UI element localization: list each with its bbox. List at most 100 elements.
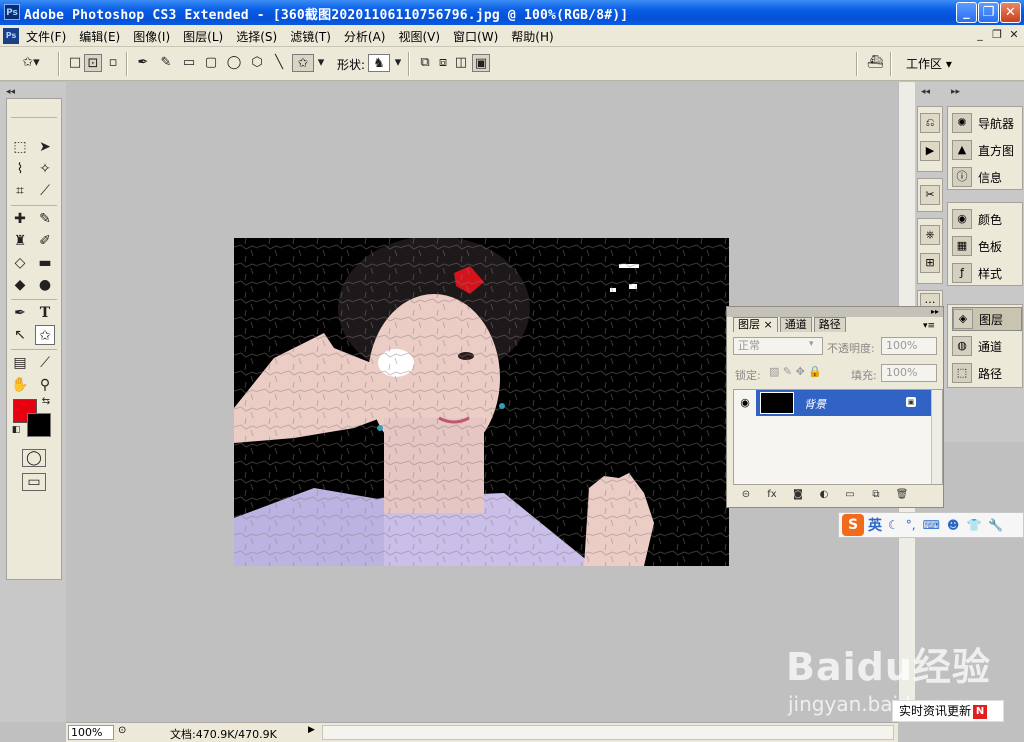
dock-extra-icon[interactable]: … [920,293,940,307]
layers-panel-header[interactable] [727,307,943,317]
blend-mode-arrow-icon[interactable]: ▾ [809,339,814,349]
layer-mask-icon[interactable]: ◙ [785,489,811,500]
type-tool-icon[interactable]: T [35,303,55,323]
blur-tool-icon[interactable]: ◆ [10,275,30,295]
document-image[interactable] [234,238,729,566]
rectangle-icon[interactable]: ▭ [180,54,198,72]
paths-mode-icon[interactable]: ⊡ [84,54,102,72]
zoom-level-field[interactable]: 100% [68,725,114,740]
ime-settings-icon[interactable]: 🔧 [988,518,1003,532]
workspace-button[interactable]: 工作区 ▾ [898,54,966,74]
layers-panel-button[interactable]: ◈ 图层 [952,307,1022,331]
layer-visibility-eye-icon[interactable]: ◉ [734,390,756,416]
channels-panel-button[interactable]: ◍ 通道 [952,334,1022,358]
path-selection-tool-icon[interactable]: ↖ [10,325,30,345]
ime-keyboard-icon[interactable]: ⌨ [923,518,940,532]
doc-close-button[interactable]: ✕ [1006,28,1022,43]
polygon-icon[interactable]: ⬡ [248,54,266,72]
ime-punct-icon[interactable]: °, [906,518,916,532]
ime-user-icon[interactable]: ☻ [947,518,960,532]
gradient-tool-icon[interactable]: ▬ [35,253,55,273]
sogou-logo-icon[interactable]: S [842,514,864,536]
minimize-button[interactable]: _ [956,2,977,23]
shape-layers-icon[interactable]: □ [66,54,84,72]
menu-help[interactable]: 帮助(H) [511,28,553,45]
marquee-tool-icon[interactable]: ⬚ [10,137,30,157]
horizontal-scrollbar[interactable] [322,725,894,740]
default-colors-icon[interactable]: ◧ [9,423,23,437]
dodge-tool-icon[interactable]: ● [35,275,55,295]
ime-skin-icon[interactable]: 👕 [966,518,981,532]
link-layers-icon[interactable]: ⊝ [733,489,759,500]
shape-picker-arrow-icon[interactable]: ▾ [393,54,403,72]
menu-file[interactable]: 文件(F) [26,28,66,45]
slice-tool-icon[interactable]: ⟋ [35,181,55,201]
lock-icons[interactable]: ▨ ✎ ✥ 🔒 [769,365,822,378]
status-info-icon[interactable]: ⊙ [118,725,132,736]
healing-brush-tool-icon[interactable]: ✚ [10,209,30,229]
menu-select[interactable]: 选择(S) [236,28,277,45]
custom-shape-tool-icon[interactable]: ✩ [35,325,55,345]
fill-pixels-icon[interactable]: ▫ [104,54,122,72]
dock-expand-arrows-icon[interactable]: ▸▸ [951,87,960,97]
background-color-swatch[interactable] [27,413,51,437]
menu-analysis[interactable]: 分析(A) [344,28,386,45]
subtract-area-icon[interactable]: ◫ [452,54,470,72]
ellipse-icon[interactable]: ◯ [225,54,243,72]
paths-panel-button[interactable]: ⬚ 路径 [952,361,1022,385]
document-icon[interactable]: Ps [3,28,19,44]
notes-tool-icon[interactable]: ▤ [10,353,30,373]
history-brush-tool-icon[interactable]: ✐ [35,231,55,251]
screen-mode-icon[interactable]: ▭ [22,473,46,491]
layers-collapse-icon[interactable]: ▸▸ [931,307,939,316]
clone-source-icon[interactable]: ⊞ [920,253,940,273]
color-panel-button[interactable]: ◉ 颜色 [952,207,1022,231]
new-group-icon[interactable]: ▭ [837,489,863,500]
magic-wand-tool-icon[interactable]: ✧ [35,159,55,179]
collapse-arrows-icon[interactable]: ◂◂ [6,87,15,97]
hand-tool-icon[interactable]: ✋ [10,375,30,395]
add-area-icon[interactable]: ⧈ [434,54,452,72]
tab-layers[interactable]: 图层 × [733,317,778,332]
lasso-tool-icon[interactable]: ⌇ [10,159,30,179]
zoom-tool-icon[interactable]: ⚲ [35,375,55,395]
intersect-area-icon[interactable]: ▣ [472,54,490,72]
layers-list-scrollbar[interactable] [931,390,942,484]
info-panel-button[interactable]: ⓘ 信息 [952,165,1022,189]
menu-view[interactable]: 视图(V) [398,28,440,45]
swap-colors-icon[interactable]: ⇆ [39,395,53,409]
swatches-panel-button[interactable]: ▦ 色板 [952,234,1022,258]
menu-edit[interactable]: 编辑(E) [79,28,120,45]
create-new-layer-icon[interactable]: ⧉ [416,54,434,72]
crop-tool-icon[interactable]: ⌗ [10,181,30,201]
brush-tool-icon[interactable]: ✎ [35,209,55,229]
navigator-panel-button[interactable]: ✺ 导航器 [952,111,1022,135]
menu-window[interactable]: 窗口(W) [453,28,498,45]
tool-presets-icon[interactable]: ✂ [920,185,940,205]
move-tool-icon[interactable]: ➤ [35,137,55,157]
clone-stamp-tool-icon[interactable]: ♜ [10,231,30,251]
rounded-rectangle-icon[interactable]: ▢ [202,54,220,72]
fill-field[interactable]: 100% [881,364,937,382]
maximize-button[interactable]: ❐ [978,2,999,23]
history-icon[interactable]: ⎌ [920,113,940,133]
adjustment-layer-icon[interactable]: ◐ [811,489,837,500]
custom-shape-icon[interactable]: ✩ [292,54,314,72]
photoshop-app-icon[interactable]: Ps [4,4,20,20]
ime-moon-icon[interactable]: ☾ [888,518,899,532]
new-layer-icon[interactable]: ⧉ [863,489,889,500]
brushes-icon[interactable]: ⎈ [920,225,940,245]
histogram-panel-button[interactable]: ▲ 直方图 [952,138,1022,162]
actions-icon[interactable]: ▶ [920,141,940,161]
layers-menu-icon[interactable]: ▾≡ [923,321,935,331]
bridge-icon[interactable]: ⛴ [864,54,886,72]
tool-preset-picker[interactable]: ✩▾ [16,54,46,72]
layer-row[interactable]: ◉ 背景 ▣ [734,390,931,416]
delete-layer-icon[interactable]: 🗑 [889,489,915,500]
quick-mask-icon[interactable]: ◯ [22,449,46,467]
geometry-options-icon[interactable]: ▾ [316,54,326,72]
eraser-tool-icon[interactable]: ◇ [10,253,30,273]
news-badge[interactable]: 实时资讯更新 N [892,700,1004,722]
styles-panel-button[interactable]: ƒ 样式 [952,261,1022,285]
menu-filter[interactable]: 滤镜(T) [290,28,331,45]
